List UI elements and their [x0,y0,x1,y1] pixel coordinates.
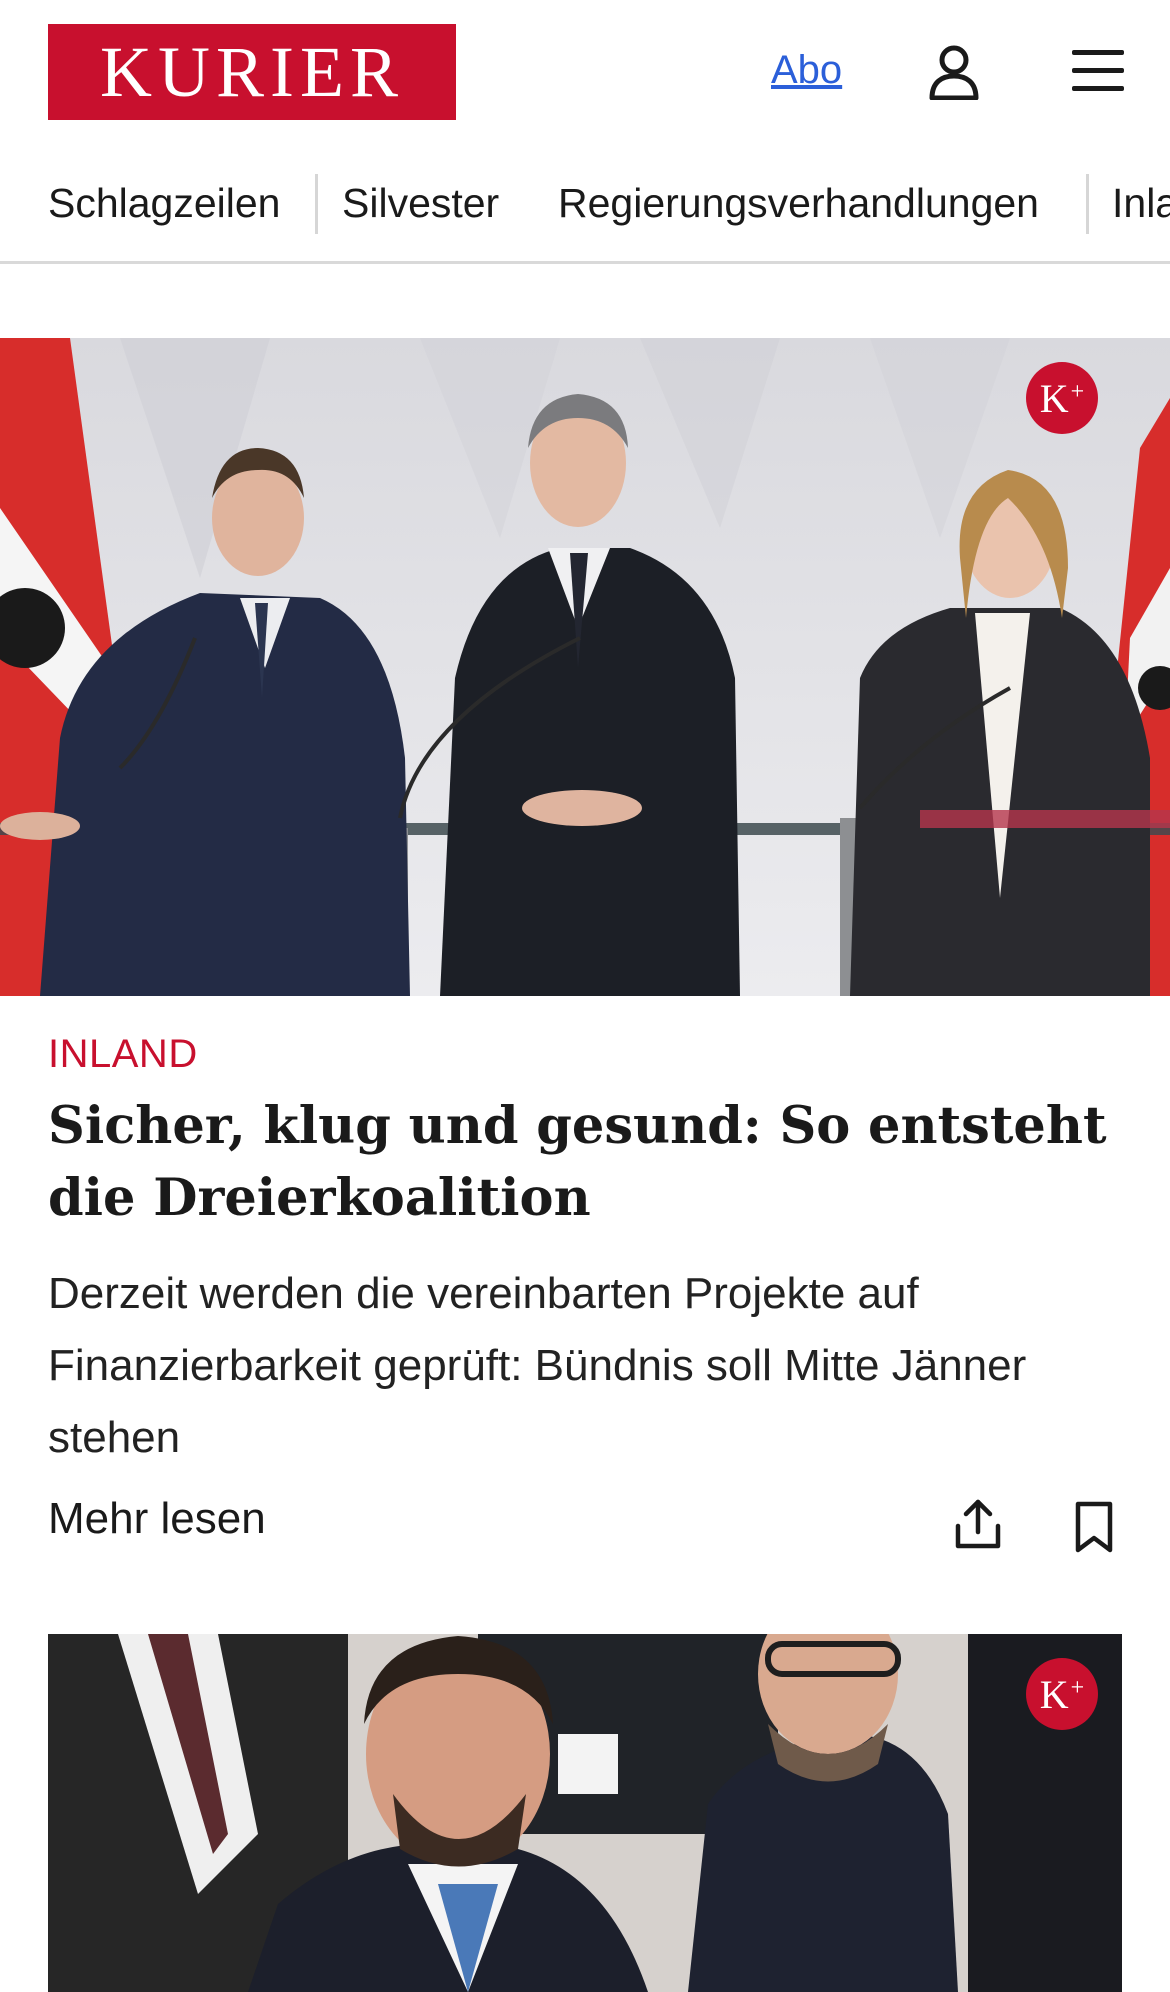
kplus-badge: K + [1026,1658,1098,1730]
nav-item-schlagzeilen[interactable]: Schlagzeilen [48,180,281,227]
kplus-badge: K + [1026,362,1098,434]
bookmark-icon[interactable] [1072,1500,1116,1554]
site-header: KURIER Abo [0,0,1170,145]
nav-divider [1086,174,1089,234]
press-conference-photo [0,338,1170,996]
group-photo [48,1634,1122,1992]
user-icon[interactable] [928,44,980,100]
second-article-image[interactable]: K + [48,1634,1122,1992]
kplus-badge-letter: K [1039,375,1069,421]
nav-item-silvester[interactable]: Silvester [342,180,499,227]
article-image[interactable]: K + [0,338,1170,996]
nav-item-inland[interactable]: Inla [1112,180,1170,227]
article-headline[interactable]: Sicher, klug und gesund: So entsteht die… [48,1090,1128,1234]
nav-divider [315,174,318,234]
hamburger-menu-icon[interactable] [1072,48,1124,92]
kplus-badge-letter: K [1039,1671,1069,1717]
read-more-link[interactable]: Mehr lesen [48,1494,266,1544]
kplus-badge-plus: + [1070,378,1085,405]
article-category[interactable]: INLAND [48,1032,198,1077]
kplus-badge-plus: + [1070,1674,1085,1701]
topic-navigation: Schlagzeilen Silvester Regierungsverhand… [0,160,1170,264]
share-icon[interactable] [952,1496,1004,1552]
kurier-logo[interactable]: KURIER [48,24,456,120]
nav-item-regierungsverhandlungen[interactable]: Regierungsverhandlungen [558,180,1039,227]
article-teaser: Derzeit werden die vereinbarten Projekte… [48,1269,1027,1462]
abo-link[interactable]: Abo [771,48,842,93]
